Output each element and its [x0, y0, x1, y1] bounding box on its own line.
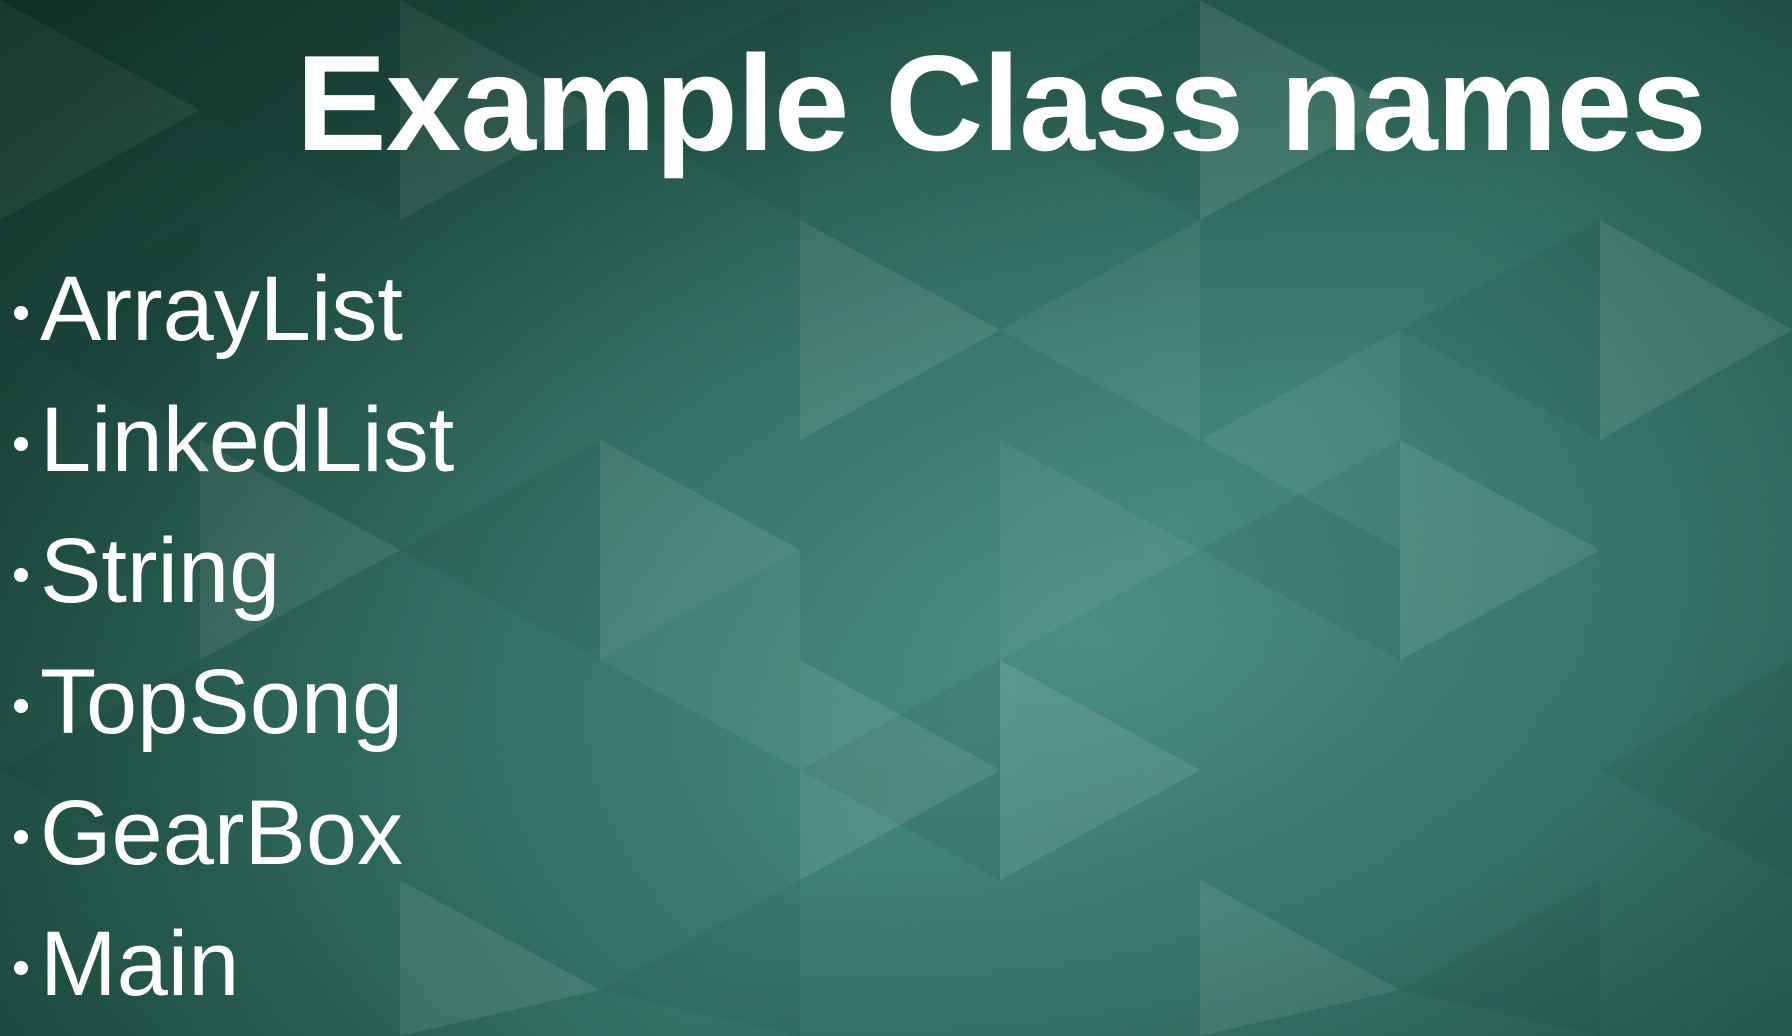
list-item-label: LinkedList [40, 389, 455, 491]
list-item-label: TopSong [40, 651, 404, 753]
bullet-icon [14, 698, 28, 713]
bullet-icon [14, 829, 28, 844]
slide-title: Example Class names [296, 27, 1707, 179]
class-name-list: ArrayList LinkedList String TopSong Gear… [14, 244, 454, 1030]
list-item: ArrayList [14, 244, 454, 375]
bullet-icon [14, 567, 28, 582]
list-item-label: Main [40, 913, 240, 1015]
list-item: TopSong [14, 637, 454, 768]
bullet-icon [14, 305, 28, 320]
list-item-label: ArrayList [40, 258, 403, 360]
bullet-icon [14, 960, 28, 975]
list-item-label: GearBox [40, 782, 404, 884]
list-item: LinkedList [14, 375, 454, 506]
list-item: Main [14, 899, 454, 1030]
list-item: GearBox [14, 768, 454, 899]
bullet-icon [14, 436, 28, 451]
list-item-label: String [40, 520, 281, 622]
list-item: String [14, 506, 454, 637]
